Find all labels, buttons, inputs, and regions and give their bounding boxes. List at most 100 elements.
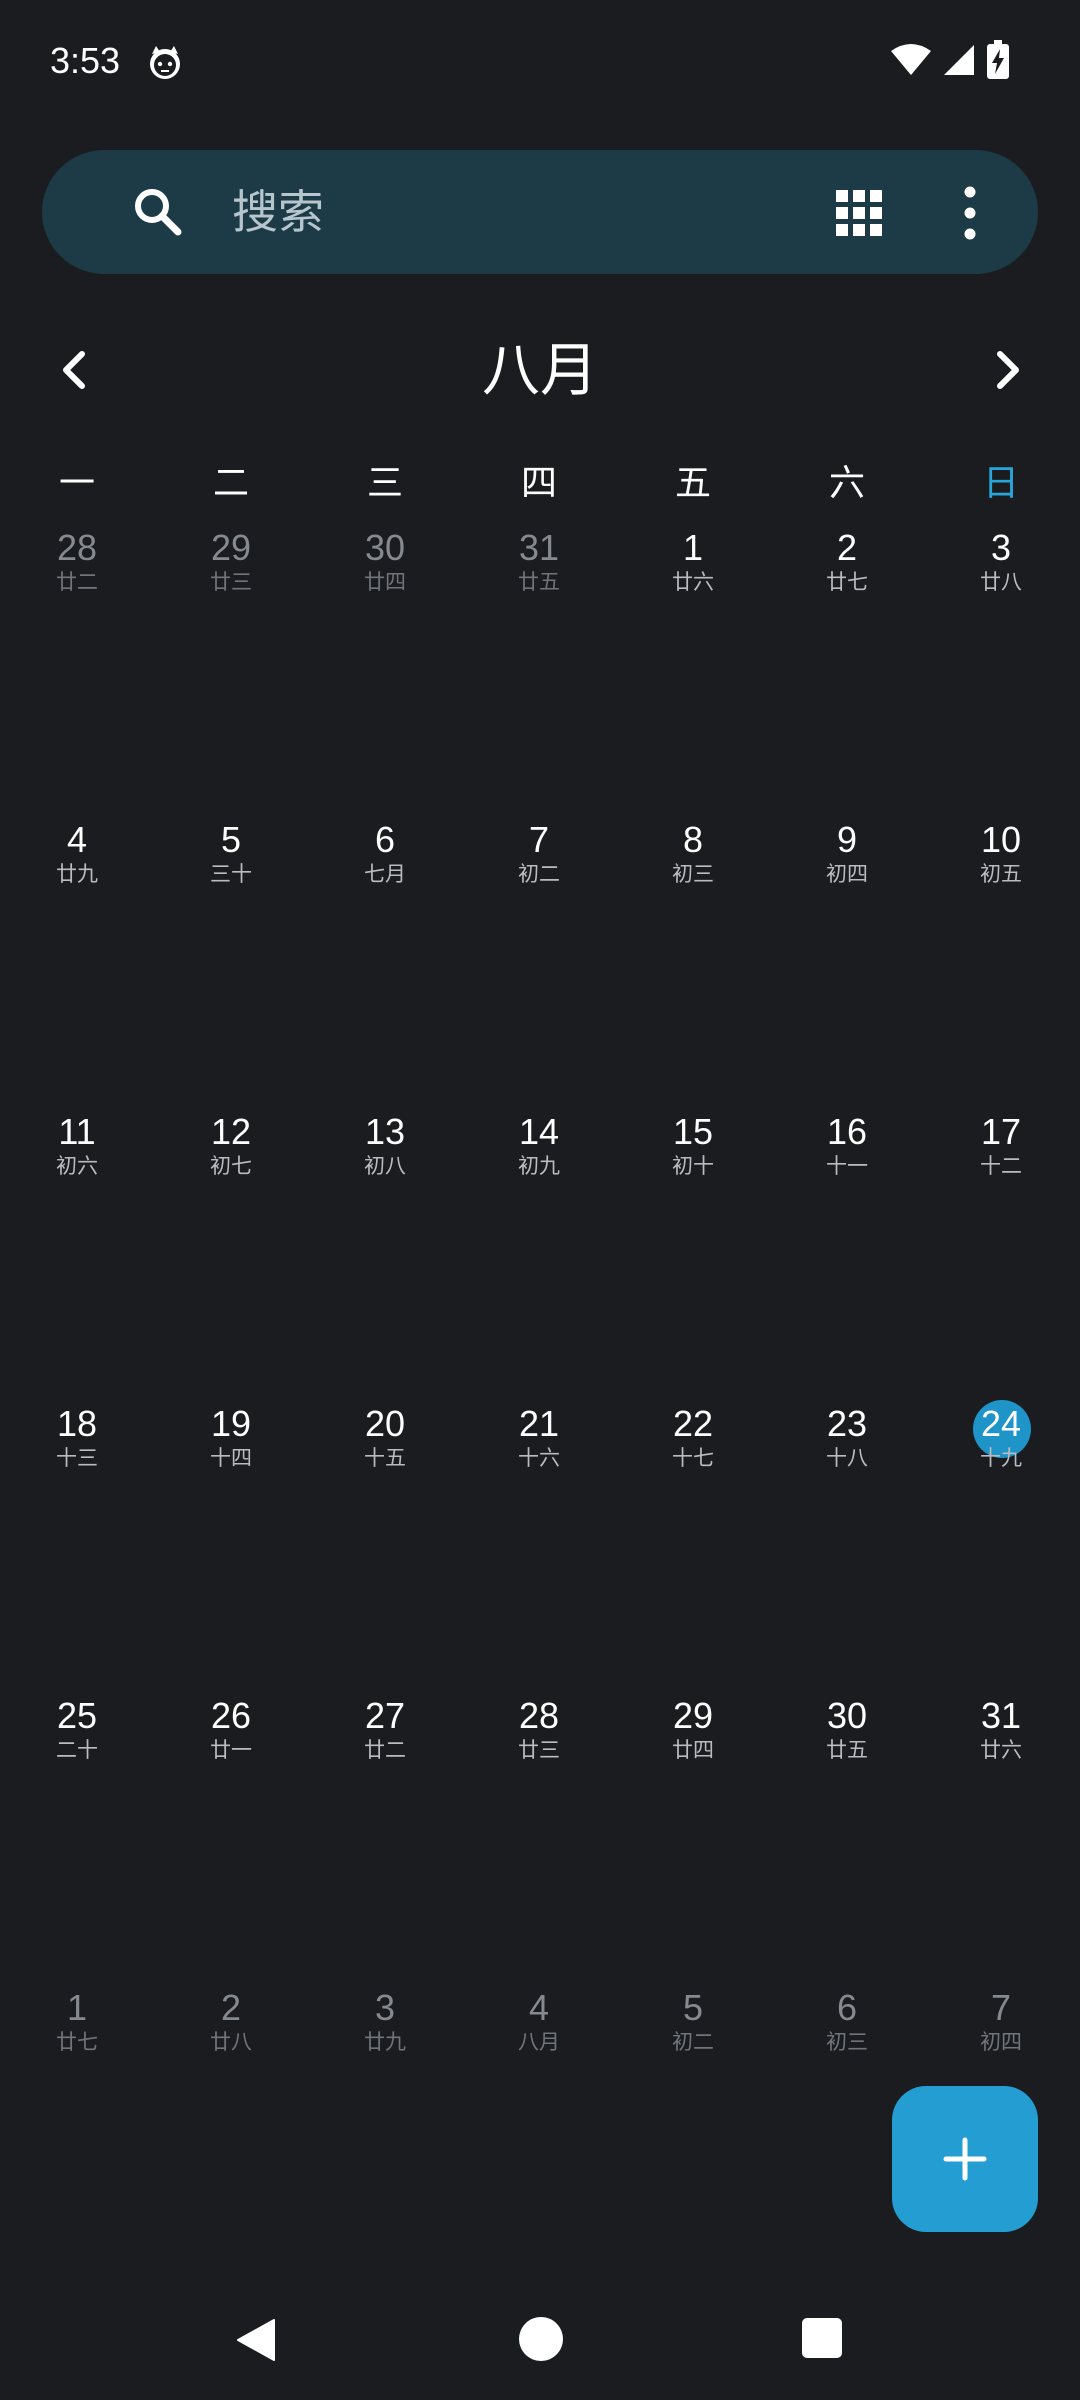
- weekday-label-wed: 三: [366, 463, 403, 504]
- day-cell[interactable]: 16 十一: [770, 1112, 924, 1232]
- more-options-icon[interactable]: [948, 186, 992, 240]
- lunar-date: 八月: [518, 2030, 560, 2054]
- day-cell[interactable]: 19 十四: [154, 1404, 308, 1524]
- day-cell[interactable]: 6 初三: [770, 1988, 924, 2108]
- day-cell[interactable]: 13 初八: [308, 1112, 462, 1232]
- recents-icon[interactable]: [800, 2316, 844, 2360]
- day-number: 9: [836, 819, 858, 860]
- navigation-bar: [0, 2280, 1080, 2400]
- day-cell-today[interactable]: 24 十九: [924, 1400, 1078, 1524]
- day-cell[interactable]: 5 三十: [154, 820, 308, 940]
- day-number: 29: [672, 1695, 714, 1736]
- back-icon[interactable]: [232, 2316, 280, 2364]
- day-number: 6: [836, 1987, 858, 2028]
- day-number: 16: [826, 1111, 868, 1152]
- day-number: 17: [980, 1111, 1022, 1152]
- day-cell[interactable]: 31 廿五: [462, 528, 616, 648]
- day-number: 25: [56, 1695, 98, 1736]
- day-number: 23: [826, 1403, 868, 1444]
- day-cell[interactable]: 3 廿九: [308, 1988, 462, 2108]
- lunar-date: 廿四: [672, 1738, 714, 1762]
- lunar-date: 七月: [364, 862, 406, 886]
- day-cell[interactable]: 27 廿二: [308, 1696, 462, 1816]
- day-cell[interactable]: 1 廿六: [616, 528, 770, 648]
- lunar-date: 初十: [672, 1154, 714, 1178]
- day-cell[interactable]: 10 初五: [924, 820, 1078, 940]
- day-cell[interactable]: 29 廿四: [616, 1696, 770, 1816]
- lunar-date: 初三: [672, 862, 714, 886]
- lunar-date: 初二: [518, 862, 560, 886]
- day-cell[interactable]: 8 初三: [616, 820, 770, 940]
- day-cell[interactable]: 2 廿七: [770, 528, 924, 648]
- lunar-date: 廿五: [826, 1738, 868, 1762]
- day-cell[interactable]: 30 廿四: [308, 528, 462, 648]
- day-cell[interactable]: 30 廿五: [770, 1696, 924, 1816]
- lunar-date: 廿三: [210, 570, 252, 594]
- lunar-date: 初六: [56, 1154, 98, 1178]
- add-event-button[interactable]: [892, 2086, 1038, 2232]
- day-cell[interactable]: 9 初四: [770, 820, 924, 940]
- day-number: 4: [66, 819, 88, 860]
- day-number: 1: [682, 527, 704, 568]
- weekday-label-fri: 五: [674, 463, 711, 504]
- day-number: 12: [210, 1111, 252, 1152]
- day-cell[interactable]: 22 十七: [616, 1404, 770, 1524]
- day-number: 1: [66, 1987, 88, 2028]
- day-number: 4: [528, 1987, 550, 2028]
- day-cell[interactable]: 18 十三: [0, 1404, 154, 1524]
- day-cell[interactable]: 4 廿九: [0, 820, 154, 940]
- day-cell[interactable]: 20 十五: [308, 1404, 462, 1524]
- day-number: 24: [980, 1403, 1022, 1444]
- day-cell[interactable]: 1 廿七: [0, 1988, 154, 2108]
- day-cell[interactable]: 14 初九: [462, 1112, 616, 1232]
- day-number: 2: [220, 1987, 242, 2028]
- lunar-date: 十二: [980, 1154, 1022, 1178]
- wifi-icon: [891, 44, 931, 75]
- lunar-date: 十九: [980, 1446, 1022, 1470]
- lunar-date: 廿七: [826, 570, 868, 594]
- day-number: 7: [990, 1987, 1012, 2028]
- day-cell[interactable]: 2 廿八: [154, 1988, 308, 2108]
- lunar-date: 初四: [826, 862, 868, 886]
- day-cell[interactable]: 26 廿一: [154, 1696, 308, 1816]
- grid-view-icon[interactable]: [836, 190, 882, 236]
- day-cell[interactable]: 7 初二: [462, 820, 616, 940]
- lunar-date: 初四: [980, 2030, 1022, 2054]
- day-cell[interactable]: 21 十六: [462, 1404, 616, 1524]
- day-cell[interactable]: 6 七月: [308, 820, 462, 940]
- search-input[interactable]: [232, 180, 832, 244]
- status-time: 3:53: [50, 40, 121, 81]
- day-cell[interactable]: 15 初十: [616, 1112, 770, 1232]
- day-cell[interactable]: 23 十八: [770, 1404, 924, 1524]
- lunar-date: 十七: [672, 1446, 714, 1470]
- day-number: 26: [210, 1695, 252, 1736]
- day-number: 20: [364, 1403, 406, 1444]
- day-cell[interactable]: 12 初七: [154, 1112, 308, 1232]
- day-cell[interactable]: 17 十二: [924, 1112, 1078, 1232]
- day-number: 3: [990, 527, 1012, 568]
- lunar-date: 廿一: [210, 1738, 252, 1762]
- home-icon[interactable]: [518, 2316, 564, 2362]
- day-number: 14: [518, 1111, 560, 1152]
- calendar-screen: 3:53 搜索 八月 一 二 三 四 五 六 日 28 廿二 29 廿三 30 …: [0, 0, 1080, 2400]
- day-cell[interactable]: 4 八月: [462, 1988, 616, 2108]
- day-cell[interactable]: 3 廿八: [924, 528, 1078, 648]
- day-cell[interactable]: 31 廿六: [924, 1696, 1078, 1816]
- day-number: 19: [210, 1403, 252, 1444]
- lunar-date: 十六: [518, 1446, 560, 1470]
- day-cell[interactable]: 28 廿三: [462, 1696, 616, 1816]
- day-number: 27: [364, 1695, 406, 1736]
- day-cell[interactable]: 5 初二: [616, 1988, 770, 2108]
- month-title[interactable]: 八月: [0, 330, 1080, 410]
- search-bar[interactable]: [42, 150, 1038, 274]
- lunar-date: 十八: [826, 1446, 868, 1470]
- day-cell[interactable]: 11 初六: [0, 1112, 154, 1232]
- day-cell[interactable]: 29 廿三: [154, 528, 308, 648]
- search-icon[interactable]: [128, 182, 188, 242]
- weekday-label-tue: 二: [212, 463, 249, 504]
- day-cell[interactable]: 28 廿二: [0, 528, 154, 648]
- plus-icon: [943, 2137, 987, 2181]
- month-header: 八月: [0, 330, 1080, 410]
- day-cell[interactable]: 25 二十: [0, 1696, 154, 1816]
- next-month-icon[interactable]: [982, 340, 1032, 400]
